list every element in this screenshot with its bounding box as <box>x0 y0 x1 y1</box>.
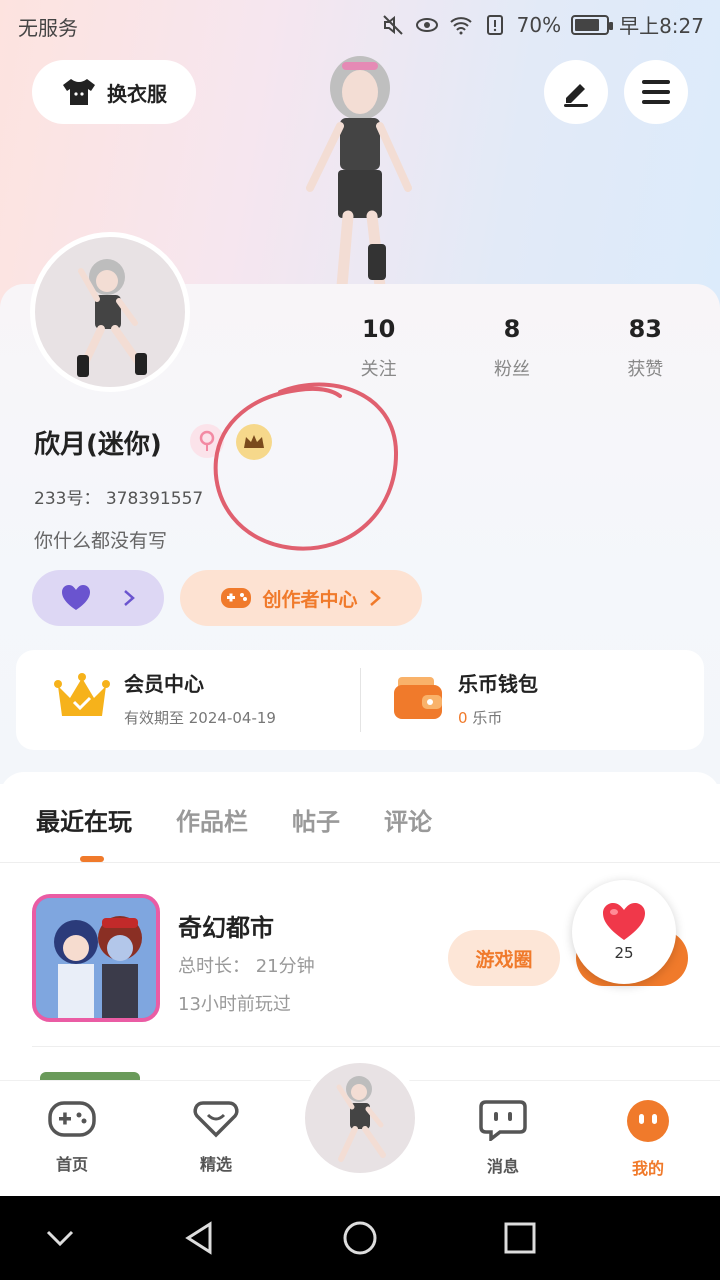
recents-square-icon[interactable] <box>498 1216 542 1260</box>
member-wallet-card: 会员中心 有效期至 2024-04-19 乐币钱包 0 乐币 <box>16 650 704 750</box>
red-heart-icon <box>603 903 645 940</box>
game-icon[interactable] <box>32 894 160 1022</box>
gamepad-icon <box>48 1101 96 1137</box>
battery-icon <box>571 14 614 35</box>
vip-center-entry[interactable]: 会员中心 有效期至 2024-04-19 <box>54 668 276 728</box>
wallet-icon <box>394 677 442 719</box>
following-count: 10 <box>361 315 396 343</box>
avatar-character-figure <box>336 1076 386 1162</box>
eye-icon <box>415 17 438 32</box>
collapse-chevron-icon[interactable] <box>38 1216 82 1260</box>
divider <box>0 862 720 863</box>
nav-featured-label: 精选 <box>199 1155 232 1174</box>
divider <box>32 1046 720 1047</box>
wallet-title: 乐币钱包 <box>458 672 538 696</box>
followers-count: 8 <box>503 315 521 343</box>
wallet-unit: 乐币 <box>472 709 503 727</box>
user-id: 233号： 378391557 <box>34 489 204 509</box>
mute-icon <box>382 14 403 35</box>
change-outfit-label: 换衣服 <box>107 81 167 106</box>
stat-followers[interactable]: 8 粉丝 <box>445 315 578 381</box>
nav-messages-label: 消息 <box>486 1157 519 1176</box>
status-bar: 无服务 70% 早上8:27 <box>0 0 720 48</box>
profile-tabs: 最近在玩 作品栏 帖子 评论 <box>36 802 432 837</box>
nav-messages[interactable]: 消息 <box>453 1099 553 1177</box>
tab-posts[interactable]: 帖子 <box>292 802 340 837</box>
chevron-right-icon <box>369 590 381 606</box>
edit-profile-button[interactable] <box>544 60 608 124</box>
wallet-amount: 0 <box>458 709 468 727</box>
followers-label: 粉丝 <box>493 359 530 380</box>
tab-recently-played[interactable]: 最近在玩 <box>36 802 132 837</box>
nav-me[interactable]: 我的 <box>598 1099 698 1179</box>
home-circle-icon[interactable] <box>338 1216 382 1260</box>
tab-comments[interactable]: 评论 <box>384 802 432 837</box>
username: 欣月(迷你) <box>34 430 162 460</box>
gamepad-icon <box>221 588 252 608</box>
vip-center-title: 会员中心 <box>124 672 204 696</box>
change-outfit-button[interactable]: 换衣服 <box>32 60 196 124</box>
game-last-played: 13小时前玩过 <box>178 994 291 1015</box>
user-avatar[interactable] <box>30 232 190 392</box>
nav-center-avatar-button[interactable] <box>298 1056 422 1180</box>
profile-face-icon <box>627 1100 669 1142</box>
pencil-icon <box>564 84 588 107</box>
heart-pill-button[interactable] <box>32 570 164 626</box>
chat-bubble-icon <box>479 1100 527 1143</box>
sim-alert-icon <box>486 14 503 35</box>
nav-featured[interactable]: 精选 <box>166 1099 266 1175</box>
menu-button[interactable] <box>624 60 688 124</box>
back-triangle-icon[interactable] <box>178 1216 222 1260</box>
carrier-text: 无服务 <box>18 16 78 40</box>
vip-expiry: 有效期至 2024-04-19 <box>124 709 276 727</box>
heart-icon <box>62 585 90 610</box>
heart-diamond-icon <box>193 1101 239 1138</box>
like-count: 25 <box>614 944 634 962</box>
user-bio: 你什么都没有写 <box>34 530 168 552</box>
nav-home-label: 首页 <box>55 1155 88 1174</box>
like-floating-button[interactable]: 25 <box>572 880 676 984</box>
avatar-character-figure[interactable] <box>280 48 440 288</box>
likes-label: 获赞 <box>627 359 664 380</box>
hand-drawn-circle-annotation <box>213 382 399 551</box>
wifi-icon <box>449 16 472 34</box>
creator-center-button[interactable]: 创作者中心 <box>180 570 422 626</box>
chevron-right-icon <box>124 590 135 606</box>
game-title: 奇幻都市 <box>178 914 274 942</box>
wallet-entry[interactable]: 乐币钱包 0 乐币 <box>392 668 538 728</box>
tab-works[interactable]: 作品栏 <box>176 802 248 837</box>
likes-count: 83 <box>628 315 663 343</box>
game-total-time: 总时长： 21分钟 <box>178 956 315 977</box>
tshirt-icon <box>63 79 95 105</box>
nav-home[interactable]: 首页 <box>22 1099 122 1175</box>
system-navigation-bar <box>0 1196 720 1280</box>
hamburger-menu-icon <box>642 80 670 104</box>
nav-me-label: 我的 <box>631 1159 664 1178</box>
list-item[interactable]: 奇幻都市 总时长： 21分钟 13小时前玩过 游戏圈 25 <box>0 880 720 1040</box>
game-circle-button[interactable]: 游戏圈 <box>448 930 560 986</box>
clock-text: 早上8:27 <box>619 14 704 38</box>
battery-percent: 70% <box>516 12 562 37</box>
stat-likes[interactable]: 83 获赞 <box>579 315 712 381</box>
divider <box>360 668 361 732</box>
creator-center-label: 创作者中心 <box>262 588 358 611</box>
vip-crown-icon <box>54 673 110 716</box>
wallet-balance: 0 乐币 <box>458 707 538 728</box>
